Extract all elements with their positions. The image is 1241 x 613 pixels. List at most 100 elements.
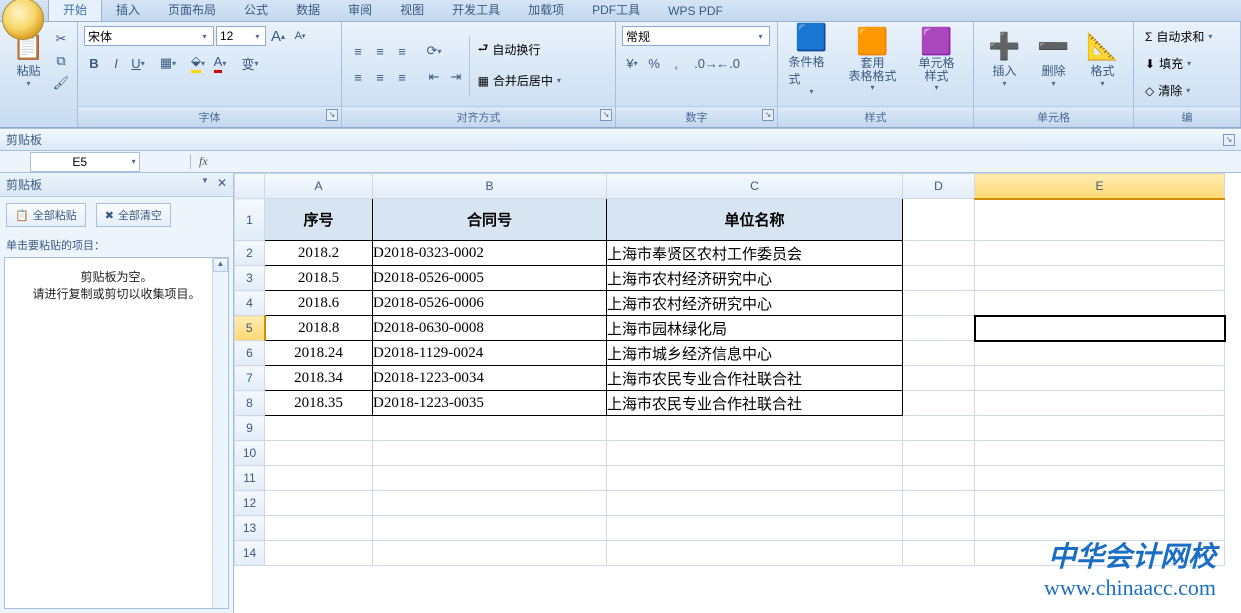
chevron-down-icon[interactable]: ▾ xyxy=(128,157,139,166)
row-header-14[interactable]: 14 xyxy=(235,541,265,566)
italic-button[interactable]: I xyxy=(106,53,126,73)
row-header-4[interactable]: 4 xyxy=(235,291,265,316)
accounting-button[interactable]: ¥▾ xyxy=(622,53,642,73)
cell-E6[interactable] xyxy=(975,341,1225,366)
number-format-input[interactable] xyxy=(626,29,755,43)
cell-D13[interactable] xyxy=(903,516,975,541)
row-header-3[interactable]: 3 xyxy=(235,266,265,291)
bold-button[interactable]: B xyxy=(84,53,104,73)
cell-C1[interactable]: 单位名称 xyxy=(607,199,903,241)
decrease-indent-button[interactable]: ⇤ xyxy=(424,67,444,87)
cell-E2[interactable] xyxy=(975,241,1225,266)
cell-D7[interactable] xyxy=(903,366,975,391)
tab-view[interactable]: 视图 xyxy=(386,0,438,21)
name-box[interactable]: ▾ xyxy=(30,152,140,172)
font-name-input[interactable] xyxy=(88,29,199,43)
tab-addins[interactable]: 加载项 xyxy=(514,0,578,21)
cell-B8[interactable]: D2018-1223-0035 xyxy=(373,391,607,416)
cell-C4[interactable]: 上海市农村经济研究中心 xyxy=(607,291,903,316)
fx-icon[interactable]: fx xyxy=(190,154,216,169)
copy-button[interactable]: ⧉ xyxy=(51,51,71,71)
align-bottom-button[interactable]: ≡ xyxy=(392,41,412,61)
cell-C12[interactable] xyxy=(607,491,903,516)
cell-D11[interactable] xyxy=(903,466,975,491)
font-name-combo[interactable]: ▾ xyxy=(84,26,214,46)
chevron-down-icon[interactable]: ▼ xyxy=(199,176,211,193)
cell-C14[interactable] xyxy=(607,541,903,566)
cell-A9[interactable] xyxy=(265,416,373,441)
tab-formulas[interactable]: 公式 xyxy=(230,0,282,21)
cell-D2[interactable] xyxy=(903,241,975,266)
cell-E8[interactable] xyxy=(975,391,1225,416)
border-button[interactable]: ▦▾ xyxy=(158,53,178,73)
insert-cells-button[interactable]: ➕ 插入 ▾ xyxy=(982,25,1028,93)
clear-all-button[interactable]: ✖全部清空 xyxy=(96,203,171,227)
cell-E9[interactable] xyxy=(975,416,1225,441)
col-header-E[interactable]: E xyxy=(975,174,1225,199)
cell-C3[interactable]: 上海市农村经济研究中心 xyxy=(607,266,903,291)
decrease-decimal-button[interactable]: ←.0 xyxy=(718,53,738,73)
cell-D5[interactable] xyxy=(903,316,975,341)
orientation-button[interactable]: ⟳▾ xyxy=(424,41,444,61)
shrink-font-button[interactable]: A▾ xyxy=(290,26,310,46)
align-left-button[interactable]: ≡ xyxy=(348,67,368,87)
paste-all-button[interactable]: 📋全部粘贴 xyxy=(6,203,86,227)
cell-A12[interactable] xyxy=(265,491,373,516)
scroll-up-icon[interactable]: ▲ xyxy=(213,258,228,272)
cell-A10[interactable] xyxy=(265,441,373,466)
font-color-button[interactable]: A▾ xyxy=(210,53,230,73)
number-format-combo[interactable]: ▾ xyxy=(622,26,770,46)
align-right-button[interactable]: ≡ xyxy=(392,67,412,87)
autosum-button[interactable]: Σ自动求和▾ xyxy=(1140,25,1234,48)
cell-C10[interactable] xyxy=(607,441,903,466)
cell-E10[interactable] xyxy=(975,441,1225,466)
cell-A13[interactable] xyxy=(265,516,373,541)
tab-page-layout[interactable]: 页面布局 xyxy=(154,0,230,21)
cell-B7[interactable]: D2018-1223-0034 xyxy=(373,366,607,391)
align-top-button[interactable]: ≡ xyxy=(348,41,368,61)
cell-C5[interactable]: 上海市园林绿化局 xyxy=(607,316,903,341)
row-header-13[interactable]: 13 xyxy=(235,516,265,541)
cell-B6[interactable]: D2018-1129-0024 xyxy=(373,341,607,366)
font-dialog-launcher[interactable]: ↘ xyxy=(326,109,338,121)
cell-B2[interactable]: D2018-0323-0002 xyxy=(373,241,607,266)
cell-A1[interactable]: 序号 xyxy=(265,199,373,241)
col-header-D[interactable]: D xyxy=(903,174,975,199)
phonetic-button[interactable]: 变▾ xyxy=(240,53,260,73)
cell-A4[interactable]: 2018.6 xyxy=(265,291,373,316)
cell-A11[interactable] xyxy=(265,466,373,491)
cell-C13[interactable] xyxy=(607,516,903,541)
row-header-2[interactable]: 2 xyxy=(235,241,265,266)
cell-B3[interactable]: D2018-0526-0005 xyxy=(373,266,607,291)
row-header-11[interactable]: 11 xyxy=(235,466,265,491)
cell-D1[interactable] xyxy=(903,199,975,241)
cell-B14[interactable] xyxy=(373,541,607,566)
cell-A3[interactable]: 2018.5 xyxy=(265,266,373,291)
cut-button[interactable]: ✂ xyxy=(51,29,71,49)
align-center-button[interactable]: ≡ xyxy=(370,67,390,87)
wrap-text-button[interactable]: ⮐ 自动换行 xyxy=(473,36,583,63)
cell-D8[interactable] xyxy=(903,391,975,416)
increase-indent-button[interactable]: ⇥ xyxy=(446,67,466,87)
row-header-12[interactable]: 12 xyxy=(235,491,265,516)
tab-insert[interactable]: 插入 xyxy=(102,0,154,21)
format-as-table-button[interactable]: 🟧 套用 表格格式 ▾ xyxy=(844,25,902,93)
cell-E5[interactable] xyxy=(975,316,1225,341)
fill-button[interactable]: ⬇填充▾ xyxy=(1140,52,1234,75)
cell-A5[interactable]: 2018.8 xyxy=(265,316,373,341)
cell-A14[interactable] xyxy=(265,541,373,566)
col-header-B[interactable]: B xyxy=(373,174,607,199)
cell-C7[interactable]: 上海市农民专业合作社联合社 xyxy=(607,366,903,391)
format-painter-button[interactable]: 🖌 xyxy=(51,73,71,93)
clipboard-scrollbar[interactable]: ▲ xyxy=(212,258,228,608)
cell-A7[interactable]: 2018.34 xyxy=(265,366,373,391)
cell-B5[interactable]: D2018-0630-0008 xyxy=(373,316,607,341)
cell-D9[interactable] xyxy=(903,416,975,441)
cell-B9[interactable] xyxy=(373,416,607,441)
select-all-corner[interactable] xyxy=(235,174,265,199)
cell-A6[interactable]: 2018.24 xyxy=(265,341,373,366)
comma-button[interactable]: , xyxy=(666,53,686,73)
cell-C9[interactable] xyxy=(607,416,903,441)
percent-button[interactable]: % xyxy=(644,53,664,73)
cell-E7[interactable] xyxy=(975,366,1225,391)
